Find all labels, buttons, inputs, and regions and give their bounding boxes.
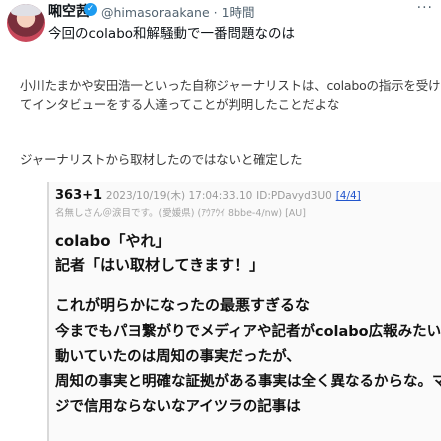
handle-and-time[interactable]: @himasoraakane · 1時間 xyxy=(101,2,255,21)
post-number: 363+1 xyxy=(55,188,103,203)
verified-badge-icon: ✓ xyxy=(84,3,97,16)
post-link: [4/4] xyxy=(335,190,361,202)
post-id: ID:PDavyd3U0 xyxy=(256,190,332,202)
post-date: 2023/10/19(木) 17:04:33.10 xyxy=(105,190,253,202)
post-body-line: colabo「やれ」 xyxy=(55,232,171,250)
quote-line: てインタビューをする人達ってことが判明したことだよな xyxy=(20,97,340,112)
more-options-icon[interactable]: ··· xyxy=(417,0,433,16)
post-name-line: 名無しさん＠涙目です。(愛媛県) (ｱｳｱｳｲ 8bbe-4/nw) [AU] xyxy=(55,208,306,219)
post-body-line: これが明らかになったの最悪すぎるな xyxy=(55,296,311,314)
tweet-header: 啝空茜 ✓ @himasoraakane · 1時間 ··· 今回のcolabo… xyxy=(0,0,441,60)
post-body-line: 今までもパヨ繋がりでメディアや記者がcolabo広報みたいに xyxy=(55,324,441,340)
post-body-line: 動いていたのは周知の事実だったが、 xyxy=(55,349,301,365)
forum-post-screenshot: 363+1 2023/10/19(木) 17:04:33.10 ID:PDavy… xyxy=(47,182,441,441)
post-body-line: ジで信用ならないなアイツラの記事は xyxy=(55,399,301,415)
avatar[interactable] xyxy=(7,4,45,42)
handle[interactable]: @himasoraakane xyxy=(101,5,210,20)
embedded-image[interactable]: 小川たまかや安田浩一といった自称ジャーナリストは、colaboの指示を受け てイ… xyxy=(0,64,441,441)
post-body-line: 周知の事実と明確な証拠がある事実は全く異なるからな。マ xyxy=(55,374,441,390)
tweet-text: 今回のcolabo和解騒動で一番問題なのは xyxy=(48,26,296,42)
post-header: 363+1 2023/10/19(木) 17:04:33.10 ID:PDavy… xyxy=(55,188,361,203)
quote-line: 小川たまかや安田浩一といった自称ジャーナリストは、colaboの指示を受け xyxy=(20,78,441,93)
timestamp[interactable]: · 1時間 xyxy=(214,5,255,20)
quote-line: ジャーナリストから取材したのではないと確定した xyxy=(20,152,303,167)
post-body-line: 記者「はい取材してきます！」 xyxy=(55,256,265,274)
